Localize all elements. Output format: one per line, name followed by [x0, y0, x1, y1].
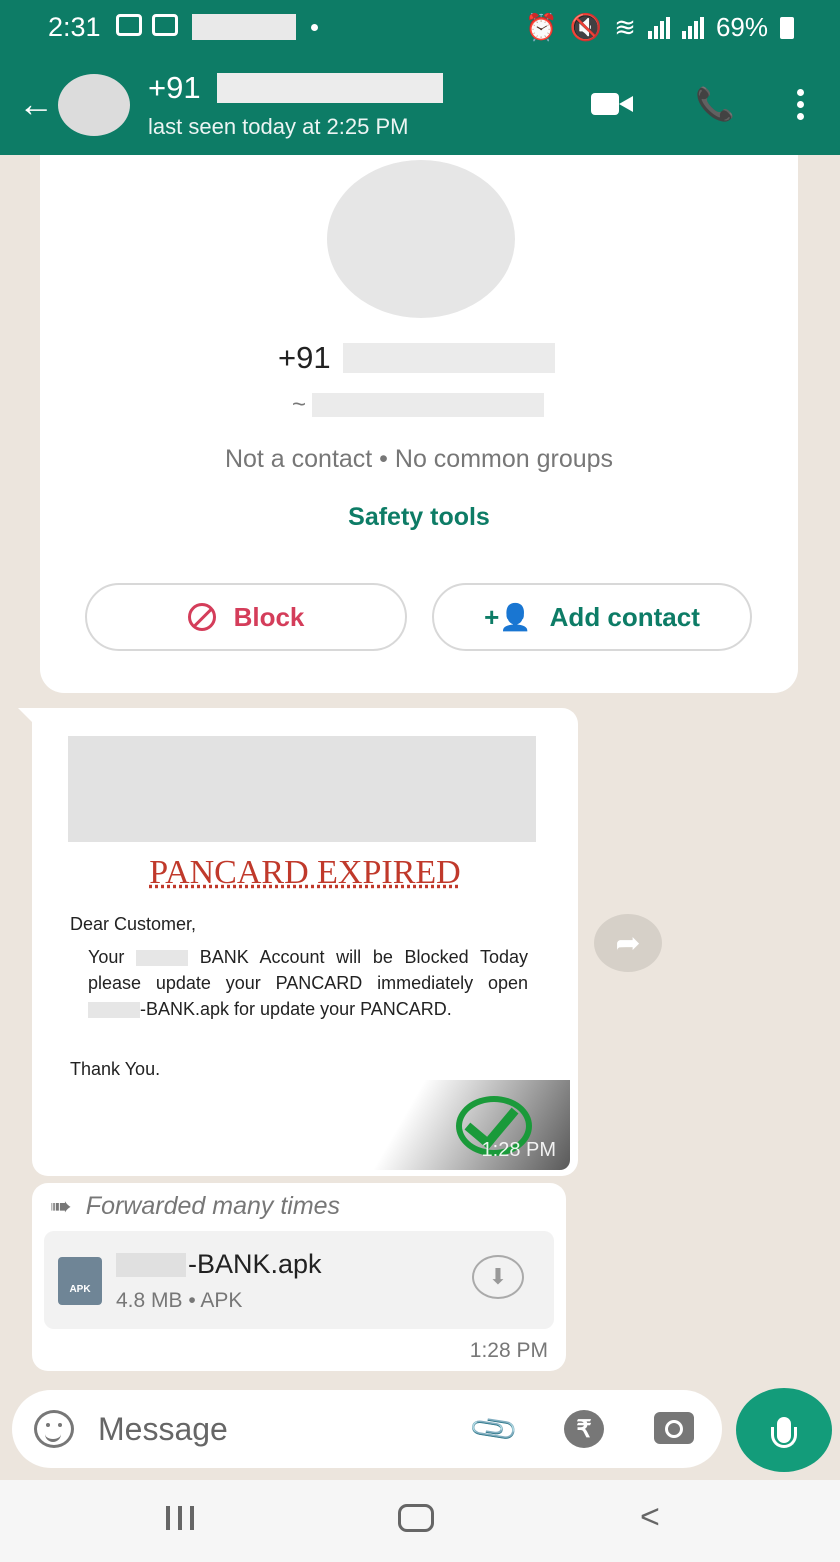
add-contact-button[interactable]: +👤 Add contact — [432, 583, 752, 651]
add-person-icon: +👤 — [484, 601, 532, 632]
block-label: Block — [233, 601, 305, 632]
redacted-file-prefix — [116, 1252, 186, 1277]
forwarded-label: ➠ Forwarded many times — [50, 1191, 340, 1222]
nickname-prefix: ~ — [292, 391, 307, 418]
status-time: 2:31 — [48, 12, 101, 42]
image-message[interactable]: PANCARD EXPIRED Dear Customer, Your BANK… — [18, 708, 578, 1176]
notification-icons — [116, 14, 178, 36]
file-attachment[interactable]: APK -BANK.apk 4.8 MB • APK ⬇ — [44, 1231, 554, 1329]
wifi-icon: ≋ — [614, 12, 636, 42]
battery-level: 69% — [715, 12, 768, 42]
forward-icon[interactable]: ➦ — [594, 914, 662, 972]
alarm-icon: ⏰ — [525, 12, 558, 42]
card-phone-prefix: +91 — [278, 340, 331, 375]
redacted-nickname — [312, 393, 545, 417]
apk-file-icon: APK — [58, 1257, 102, 1305]
redacted-phone-number — [216, 73, 443, 103]
camera-icon[interactable] — [654, 1412, 694, 1444]
image-title: PANCARD EXPIRED — [149, 854, 461, 891]
block-button[interactable]: Block — [85, 583, 407, 651]
redacted-image-banner — [68, 736, 536, 842]
status-bar: 2:31 ⏰ 🔇 ≋ 69% — [0, 0, 840, 56]
image-body-text: Your BANK Account will be Blocked Today … — [88, 947, 528, 1019]
contact-phone-prefix: +91 — [148, 70, 201, 105]
status-right: ⏰ 🔇 ≋ 69% — [525, 12, 794, 43]
image-greeting: Dear Customer, — [70, 914, 197, 934]
back-arrow-icon[interactable]: ← — [18, 86, 54, 122]
contact-name[interactable]: +91 — [148, 70, 443, 106]
chat-header: ← +91 last seen today at 2:25 PM 📞 — [0, 60, 840, 155]
forwarded-text: Forwarded many times — [85, 1192, 341, 1220]
redacted-notification — [192, 14, 296, 40]
video-call-icon[interactable] — [591, 91, 634, 117]
card-phone: +91 — [278, 340, 555, 376]
message-input-bar: 📎 ₹ — [12, 1390, 722, 1468]
emoji-icon[interactable] — [34, 1410, 74, 1448]
payment-icon[interactable]: ₹ — [564, 1410, 604, 1448]
notification-app-icon — [152, 14, 178, 36]
add-contact-label: Add contact — [549, 601, 700, 632]
mic-icon — [771, 1417, 797, 1448]
signal-icon — [647, 16, 670, 39]
contact-avatar[interactable] — [58, 74, 130, 136]
contact-status-info: Not a contact • No common groups — [224, 445, 614, 473]
file-name: -BANK.apk — [116, 1249, 322, 1280]
redacted-bank-name — [136, 950, 189, 967]
redacted-bank-name-2 — [88, 1002, 140, 1019]
recent-apps-icon[interactable] — [166, 1506, 194, 1530]
message-input[interactable] — [98, 1406, 458, 1452]
contact-info-card: +91 ~ Not a contact • No common groups S… — [40, 155, 798, 693]
file-message[interactable]: ➠ Forwarded many times APK -BANK.apk 4.8… — [32, 1183, 566, 1371]
message-image[interactable]: PANCARD EXPIRED Dear Customer, Your BANK… — [40, 714, 570, 1170]
card-nickname: ~ — [292, 391, 545, 419]
download-icon[interactable]: ⬇ — [472, 1255, 524, 1299]
forwarded-icon: ➠ — [50, 1191, 72, 1221]
more-options-icon[interactable] — [797, 88, 804, 120]
home-icon[interactable] — [398, 1504, 434, 1532]
more-notifications-dot — [311, 24, 318, 31]
safety-tools-link[interactable]: Safety tools — [40, 503, 798, 532]
voice-message-button[interactable] — [736, 1388, 832, 1472]
system-back-icon[interactable]: < — [640, 1498, 660, 1537]
message-time: 1:28 PM — [481, 1139, 556, 1161]
app-header: 2:31 ⏰ 🔇 ≋ 69% ← +91 last seen today at … — [0, 0, 840, 155]
contact-profile-picture[interactable] — [327, 160, 515, 318]
file-meta: 4.8 MB • APK — [116, 1289, 243, 1312]
attach-icon[interactable]: 📎 — [466, 1402, 521, 1457]
last-seen: last seen today at 2:25 PM — [148, 114, 409, 139]
block-icon — [187, 603, 216, 631]
file-name-text: -BANK.apk — [188, 1249, 322, 1279]
system-navigation-bar: < — [0, 1480, 840, 1562]
voice-call-icon[interactable]: 📞 — [695, 88, 735, 120]
signal-icon-2 — [681, 16, 704, 39]
image-closing: Thank You. — [70, 1059, 161, 1079]
redacted-card-phone — [342, 343, 555, 373]
mute-icon: 🔇 — [569, 12, 603, 42]
battery-icon — [780, 16, 794, 39]
header-actions: 📞 — [591, 88, 804, 120]
teams-icon — [116, 14, 142, 36]
file-message-time: 1:28 PM — [469, 1339, 548, 1362]
